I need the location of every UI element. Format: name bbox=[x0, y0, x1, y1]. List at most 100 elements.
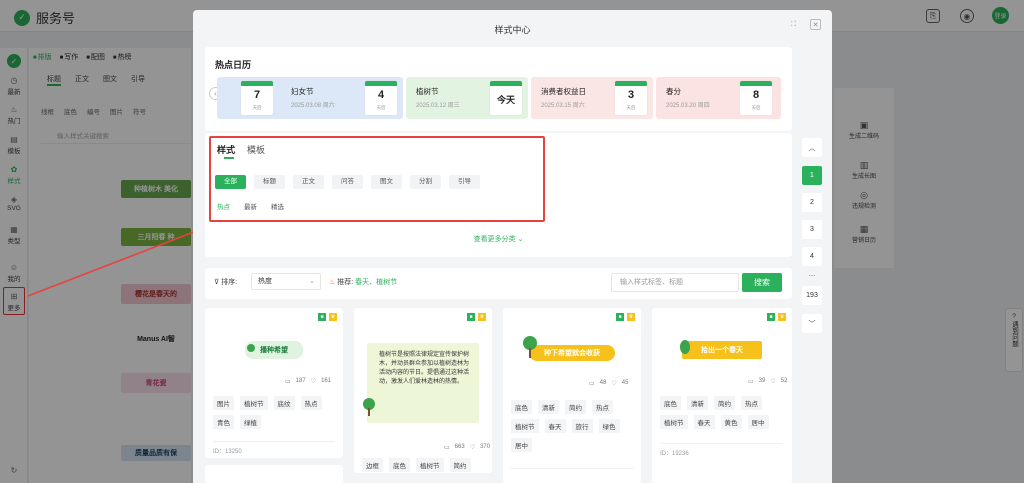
tag[interactable]: 边框 bbox=[362, 458, 383, 472]
style-preview: 拾出一个春天 bbox=[682, 341, 762, 359]
tag[interactable]: 绿植 bbox=[240, 415, 261, 429]
more-categories-link[interactable]: 查看更多分类 ⌄ bbox=[205, 234, 792, 244]
vip-badge-icon: ♛ bbox=[627, 313, 635, 321]
festival-date: 2025.03.15 周六 bbox=[541, 103, 585, 109]
tag[interactable]: 绿色 bbox=[598, 419, 620, 433]
tag[interactable]: 底纹 bbox=[273, 396, 295, 410]
tag[interactable]: 简约 bbox=[565, 400, 586, 414]
style-card[interactable] bbox=[205, 465, 343, 483]
tag[interactable]: 热点 bbox=[592, 400, 613, 414]
style-card[interactable] bbox=[652, 468, 792, 483]
card-stats: ▭ 663 ♡ 370 bbox=[444, 444, 491, 451]
vip-badge-icon: ♛ bbox=[329, 313, 337, 321]
tag[interactable]: 底色 bbox=[511, 400, 532, 414]
festival-name: 妇女节 bbox=[291, 87, 314, 96]
green-badge-icon: ■ bbox=[467, 313, 475, 321]
vip-badge-icon: ♛ bbox=[778, 313, 786, 321]
card-tags: 底色 清新 简约 热点 植树节 春天 旅行 绿色 居中 bbox=[511, 400, 635, 452]
pager-page[interactable]: 193 bbox=[802, 286, 822, 305]
tag[interactable]: 简约 bbox=[714, 396, 735, 410]
chevron-down-icon: ⌄ bbox=[309, 278, 315, 285]
vip-badge-icon: ♛ bbox=[478, 313, 486, 321]
tag[interactable]: 植树节 bbox=[416, 458, 444, 472]
tag[interactable]: 图片 bbox=[213, 396, 234, 410]
search-toolbar: ⊽ 排序: 热度⌄ ♨ 推荐: 春天、植树节 搜索 bbox=[205, 268, 792, 299]
card-stats: ▭ 48 ♡ 45 bbox=[589, 380, 629, 387]
festival-name: 植树节 bbox=[416, 87, 439, 96]
fullscreen-icon[interactable]: ⛶ bbox=[788, 19, 799, 30]
close-icon[interactable]: ✕ bbox=[810, 19, 821, 30]
card-id: ID：19236 bbox=[660, 443, 782, 457]
festival-date: 2025.03.20 周四 bbox=[666, 103, 710, 109]
tag[interactable]: 植树节 bbox=[660, 415, 688, 429]
calendar-card[interactable]: 消费者权益日 2025.03.15 周六 3 天后 bbox=[531, 77, 653, 119]
style-preview: 植树节是按照法律规定宣传保护树木，并动员群众参加以植树造林为活动内容的节日。提倡… bbox=[367, 343, 479, 423]
pager-page[interactable]: 3 bbox=[802, 220, 822, 239]
calendar-title: 热点日历 bbox=[215, 60, 252, 70]
tag[interactable]: 底色 bbox=[389, 458, 410, 472]
tag[interactable]: 居中 bbox=[747, 415, 769, 429]
favorite-icon: ▭ bbox=[748, 379, 754, 385]
style-card[interactable]: ■ ♛ 植树节是按照法律规定宣传保护树木，并动员群众参加以植树造林为活动内容的节日… bbox=[354, 308, 492, 473]
tag[interactable]: 居中 bbox=[511, 438, 532, 452]
card-tags: 边框 底色 植树节 简约 bbox=[362, 458, 486, 472]
card-stats: ▭ 187 ♡ 161 bbox=[285, 378, 332, 385]
heart-icon: ♡ bbox=[469, 445, 476, 451]
sort-select[interactable]: 热度 ⌄ bbox=[251, 273, 321, 290]
pager-page[interactable]: 2 bbox=[802, 193, 822, 212]
style-search-input[interactable] bbox=[611, 273, 739, 292]
calendar-card[interactable]: 7 天后 bbox=[217, 77, 289, 119]
pager-page[interactable]: 1 bbox=[802, 166, 822, 185]
tag[interactable]: 黄色 bbox=[720, 415, 742, 429]
calendar-icon: 8 天后 bbox=[740, 81, 772, 115]
pager-down-icon[interactable]: ﹀ bbox=[802, 314, 822, 333]
green-badge-icon: ■ bbox=[318, 313, 326, 321]
tag[interactable]: 热点 bbox=[741, 396, 762, 410]
pager-ellipsis: … bbox=[808, 270, 816, 278]
tree-icon bbox=[680, 340, 690, 354]
favorite-icon: ▭ bbox=[589, 381, 595, 387]
heart-icon: ♡ bbox=[310, 379, 317, 385]
filter-icon: ⊽ bbox=[214, 279, 220, 286]
style-card[interactable]: ■ ♛ 播种希望 ▭ 187 ♡ 161 图片 植树节 底纹 热点 青色 绿植 ID：1… bbox=[205, 308, 343, 458]
festival-date: 2025.03.12 周三 bbox=[416, 103, 460, 109]
festival-name: 春分 bbox=[666, 87, 681, 96]
calendar-card[interactable]: 妇女节 2025.03.08 周六 4 天后 bbox=[281, 77, 403, 119]
card-id bbox=[511, 468, 633, 473]
card-tags: 图片 植树节 底纹 热点 青色 绿植 bbox=[213, 396, 337, 429]
calendar-card[interactable]: 春分 2025.03.20 周四 8 天后 bbox=[656, 77, 781, 119]
calendar-icon: 3 天后 bbox=[615, 81, 647, 115]
card-stats: ▭ 39 ♡ 52 bbox=[748, 378, 788, 385]
chevron-down-icon: ⌄ bbox=[517, 236, 524, 243]
calendar-icon: 4 天后 bbox=[365, 81, 397, 115]
recommend-links[interactable]: 春天、植树节 bbox=[355, 279, 397, 286]
fire-icon: ♨ bbox=[329, 279, 336, 286]
favorite-icon: ▭ bbox=[285, 379, 291, 385]
heart-icon: ♡ bbox=[611, 381, 617, 387]
tag[interactable]: 青色 bbox=[213, 415, 234, 429]
search-button[interactable]: 搜索 bbox=[742, 273, 782, 292]
pager-page[interactable]: 4 bbox=[802, 247, 822, 266]
heart-icon: ♡ bbox=[770, 379, 776, 385]
pager-up-icon[interactable]: ︿ bbox=[802, 138, 822, 157]
hot-calendar: 热点日历 ‹ 7 天后 妇女节 2025.03.08 周六 4 天后 植树节 202… bbox=[205, 47, 792, 131]
tag[interactable]: 旅行 bbox=[571, 419, 593, 433]
green-badge-icon: ■ bbox=[616, 313, 624, 321]
festival-name: 消费者权益日 bbox=[541, 87, 586, 96]
tag[interactable]: 热点 bbox=[300, 396, 322, 410]
calendar-card[interactable]: 植树节 2025.03.12 周三 今天 bbox=[406, 77, 528, 119]
green-badge-icon: ■ bbox=[767, 313, 775, 321]
tag[interactable]: 简约 bbox=[449, 458, 471, 472]
style-card[interactable]: ■ ♛ 拾出一个春天 ▭ 39 ♡ 52 底色 清新 简约 热点 植树节 春天 黄色 居… bbox=[652, 308, 792, 483]
tag[interactable]: 清新 bbox=[687, 396, 708, 410]
filter-panel: 样式 模板 全部 标题 正文 问答 图文 分割 引导 热点 最新 精选 查看更多… bbox=[205, 133, 792, 257]
tag[interactable]: 春天 bbox=[544, 419, 566, 433]
tag[interactable]: 春天 bbox=[693, 415, 715, 429]
calendar-icon: 今天 bbox=[490, 81, 522, 115]
tag[interactable]: 底色 bbox=[660, 396, 681, 410]
highlight-box bbox=[209, 136, 545, 222]
tag[interactable]: 植树节 bbox=[240, 396, 268, 410]
tag[interactable]: 清新 bbox=[538, 400, 559, 414]
tag[interactable]: 植树节 bbox=[511, 419, 539, 433]
style-card[interactable]: ■ ♛ 种下希望就会收获 ▭ 48 ♡ 45 底色 清新 简约 热点 植树节 春天 旅行… bbox=[503, 308, 641, 483]
